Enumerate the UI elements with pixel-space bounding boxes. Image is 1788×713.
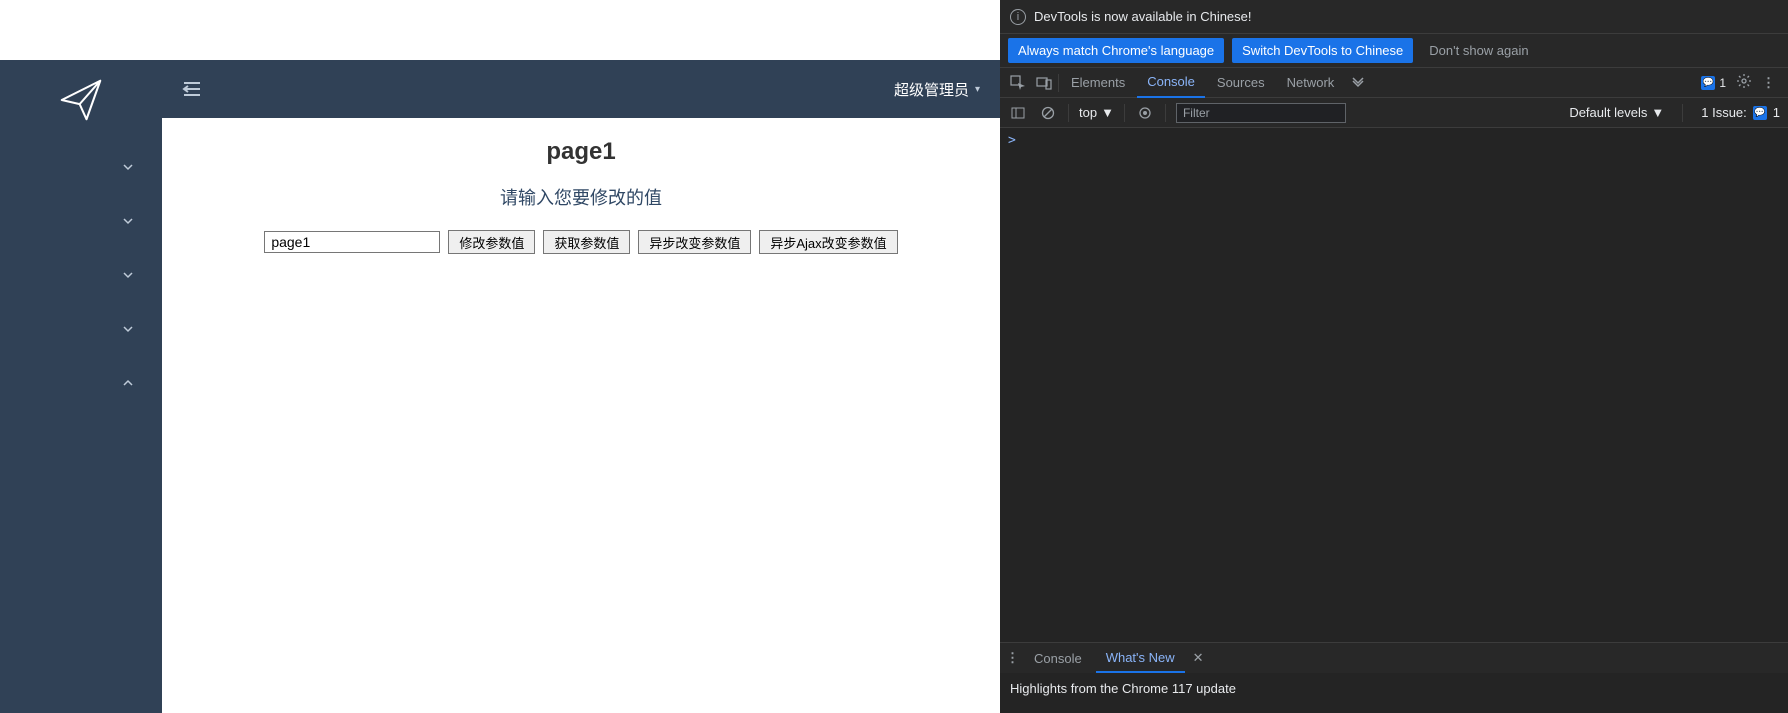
console-output[interactable]: > [1000, 128, 1788, 642]
tabs-right-controls: 💬 1 ⋮ [1701, 73, 1782, 92]
dropdown-arrow-icon: ▼ [1651, 105, 1664, 120]
get-param-button[interactable]: 获取参数值 [543, 230, 630, 254]
log-levels-select[interactable]: Default levels ▼ [1569, 105, 1664, 120]
drawer-tab-close-icon[interactable]: ✕ [1189, 650, 1208, 666]
chevron-down-icon [122, 215, 134, 227]
info-icon: i [1010, 9, 1026, 25]
chevron-down-icon [122, 161, 134, 173]
async-change-button[interactable]: 异步改变参数值 [638, 230, 751, 254]
sidebar-item-1[interactable] [0, 140, 162, 194]
message-icon: 💬 [1701, 76, 1715, 90]
device-toolbar-icon[interactable] [1032, 75, 1056, 91]
topbar: 超级管理员 ▾ [162, 60, 1000, 118]
filter-input[interactable] [1176, 103, 1346, 123]
execution-context-select[interactable]: top ▼ [1079, 105, 1114, 120]
drawer-body: Highlights from the Chrome 117 update [1000, 673, 1788, 713]
value-input[interactable] [264, 231, 440, 253]
settings-icon[interactable] [1736, 73, 1752, 92]
collapse-icon [181, 78, 203, 100]
app-window: 超级管理员 ▾ page1 请输入您要修改的值 修改参数值 获取参数值 异步改变… [0, 0, 1000, 713]
page-content: page1 请输入您要修改的值 修改参数值 获取参数值 异步改变参数值 异步Aj… [162, 118, 1000, 713]
tab-sources[interactable]: Sources [1207, 68, 1275, 98]
chevron-down-icon: ▾ [975, 84, 980, 95]
more-menu-icon[interactable]: ⋮ [1762, 75, 1776, 91]
issues-count: 1 [1773, 105, 1780, 120]
issues-indicator[interactable]: 1 Issue: 💬 1 [1701, 105, 1780, 120]
separator [1058, 74, 1059, 92]
messages-count: 1 [1719, 76, 1726, 90]
tab-network[interactable]: Network [1277, 68, 1345, 98]
issues-label: 1 Issue: [1701, 105, 1747, 120]
devtools-panel: i DevTools is now available in Chinese! … [1000, 0, 1788, 713]
levels-label: Default levels [1569, 105, 1647, 120]
user-dropdown[interactable]: 超级管理员 ▾ [894, 79, 980, 100]
chevron-down-icon [122, 323, 134, 335]
dont-show-again-button[interactable]: Don't show again [1421, 38, 1536, 63]
console-toolbar: top ▼ Default levels ▼ 1 Issue: 💬 1 [1000, 98, 1788, 128]
sidebar-item-2[interactable] [0, 194, 162, 248]
drawer-more-icon[interactable]: ⋮ [1006, 650, 1020, 666]
always-match-language-button[interactable]: Always match Chrome's language [1008, 38, 1224, 63]
separator [1165, 104, 1166, 122]
devtools-drawer: ⋮ Console What's New ✕ Highlights from t… [1000, 642, 1788, 713]
sidebar-items [0, 140, 162, 713]
page-title: page1 [162, 138, 1000, 166]
separator [1124, 104, 1125, 122]
drawer-tabs: ⋮ Console What's New ✕ [1000, 643, 1788, 673]
main-column: 超级管理员 ▾ page1 请输入您要修改的值 修改参数值 获取参数值 异步改变… [162, 60, 1000, 713]
browser-chrome-gap [0, 0, 1000, 60]
chevron-up-icon [122, 377, 134, 389]
inspect-element-icon[interactable] [1006, 75, 1030, 91]
tab-elements[interactable]: Elements [1061, 68, 1135, 98]
more-tabs-icon[interactable] [1346, 76, 1370, 90]
live-expression-icon[interactable] [1135, 103, 1155, 123]
app-body: 超级管理员 ▾ page1 请输入您要修改的值 修改参数值 获取参数值 异步改变… [0, 60, 1000, 713]
chevron-down-icon [122, 269, 134, 281]
async-ajax-change-button[interactable]: 异步Ajax改变参数值 [759, 230, 897, 254]
whatsnew-headline: Highlights from the Chrome 117 update [1010, 681, 1236, 696]
devtools-info-banner: i DevTools is now available in Chinese! [1000, 0, 1788, 34]
tab-console[interactable]: Console [1137, 68, 1205, 98]
user-label: 超级管理员 [894, 79, 969, 100]
sidebar-item-4[interactable] [0, 302, 162, 356]
sidebar [0, 60, 162, 713]
console-prompt: > [1008, 133, 1016, 148]
controls-row: 修改参数值 获取参数值 异步改变参数值 异步Ajax改变参数值 [162, 230, 1000, 254]
messages-badge[interactable]: 💬 1 [1701, 76, 1726, 90]
separator [1068, 104, 1069, 122]
switch-to-chinese-button[interactable]: Switch DevTools to Chinese [1232, 38, 1413, 63]
logo [0, 60, 162, 140]
modify-param-button[interactable]: 修改参数值 [448, 230, 535, 254]
sidebar-item-3[interactable] [0, 248, 162, 302]
prompt-text: 请输入您要修改的值 [162, 184, 1000, 210]
clear-console-icon[interactable] [1038, 103, 1058, 123]
toggle-sidebar-icon[interactable] [1008, 103, 1028, 123]
info-banner-text: DevTools is now available in Chinese! [1034, 9, 1252, 24]
devtools-tabs: Elements Console Sources Network 💬 1 ⋮ [1000, 68, 1788, 98]
separator [1682, 104, 1683, 122]
drawer-tab-whatsnew[interactable]: What's New [1096, 643, 1185, 673]
paper-plane-icon [59, 78, 103, 122]
context-label: top [1079, 105, 1097, 120]
sidebar-collapse-button[interactable] [178, 75, 206, 103]
devtools-language-banner: Always match Chrome's language Switch De… [1000, 34, 1788, 68]
issue-icon: 💬 [1753, 106, 1767, 120]
drawer-tab-console[interactable]: Console [1024, 643, 1092, 673]
sidebar-item-5[interactable] [0, 356, 162, 410]
dropdown-arrow-icon: ▼ [1101, 105, 1114, 120]
